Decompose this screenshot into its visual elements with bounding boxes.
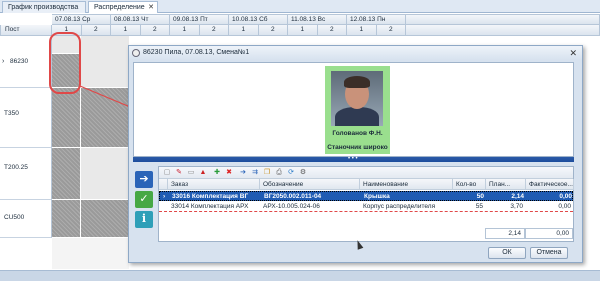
date-column-header: 12.08.13 Пн <box>347 14 406 25</box>
date-column-header: 09.08.13 Пт <box>170 14 229 25</box>
refresh-icon[interactable]: ⟳ <box>287 169 295 177</box>
row-indicator-icon: › <box>163 193 166 200</box>
edit-icon[interactable]: ✎ <box>175 169 183 177</box>
shift-column-header: 1 <box>229 25 259 36</box>
shift-cell[interactable] <box>81 36 130 88</box>
new-icon[interactable]: ▢ <box>163 169 171 177</box>
employee-photo <box>331 71 383 126</box>
post-label: CU500 <box>4 214 25 221</box>
dialog-title-bar: 86230 Пила, 07.08.13, Смена№1 ✕ <box>129 46 582 60</box>
cell-name: Корпус распределителя <box>363 203 436 210</box>
ok-button[interactable]: ОК <box>488 247 526 259</box>
table-row[interactable]: › 33016 Комплектация ВГ ВГ2050.002.011-0… <box>159 191 573 201</box>
table-row[interactable]: 33014 Комплектация АРХ АРХ-10.005.024-06… <box>159 202 573 212</box>
shift-column-header: 2 <box>81 25 111 36</box>
shift-column-header: 1 <box>288 25 318 36</box>
cell-code: ВГ2050.002.011-04 <box>264 193 322 200</box>
selection-highlight-circle <box>49 32 81 94</box>
header-filler <box>406 14 600 25</box>
check-button[interactable]: ✓ <box>135 191 153 208</box>
dialog-title: 86230 Пила, 07.08.13, Смена№1 <box>143 49 250 56</box>
cell-plan: 3,70 <box>510 203 523 210</box>
column-header-code[interactable]: Обозначение <box>260 179 360 190</box>
shift-column-header: 2 <box>140 25 170 36</box>
header-filler <box>406 25 600 36</box>
tab-bar: График производства Распределение работ✕ <box>0 0 600 22</box>
transfer-icon[interactable]: ⇉ <box>251 169 259 177</box>
shift-column-header: 2 <box>317 25 347 36</box>
shift-column-header: 1 <box>111 25 141 36</box>
date-column-header: 10.08.13 Сб <box>229 14 288 25</box>
close-icon[interactable]: ✕ <box>569 46 577 60</box>
cell-fact: 0,00 <box>559 193 572 200</box>
employee-name: Голованов Ф.Н. <box>332 130 383 137</box>
shift-details-dialog: 86230 Пила, 07.08.13, Смена№1 ✕ Головано… <box>128 45 583 263</box>
shift-column-header: 1 <box>170 25 200 36</box>
post-column-header: Пост <box>0 25 52 36</box>
employee-role: Станочник широко <box>327 144 388 151</box>
move-up-icon[interactable]: ▲ <box>199 169 207 177</box>
cell-qty: 50 <box>476 193 484 200</box>
arrow-right-icon[interactable]: ➔ <box>239 169 247 177</box>
settings-dropdown-icon[interactable]: ⚙ <box>299 169 307 177</box>
shift-cell[interactable] <box>52 200 81 238</box>
cancel-button[interactable]: Отмена <box>530 247 568 259</box>
print-icon[interactable]: ⎙ <box>275 169 283 177</box>
shift-cell[interactable] <box>52 88 81 148</box>
date-column-header: 11.08.13 Вс <box>288 14 347 25</box>
post-row-86230[interactable]: › 86230 <box>0 36 52 88</box>
cell-fact: 0,00 <box>558 203 571 210</box>
cell-qty: 55 <box>475 203 483 210</box>
status-bar <box>0 270 600 281</box>
copy-icon[interactable]: ❐ <box>263 169 271 177</box>
arrow-right-button[interactable]: ➔ <box>135 171 153 188</box>
column-header-order[interactable]: Заказ <box>168 179 260 190</box>
cell-order: 33016 Комплектация ВГ <box>172 193 249 200</box>
tab-label: График производства <box>8 4 79 11</box>
post-row-cu500[interactable]: CU500 <box>0 200 52 238</box>
tab-production-schedule[interactable]: График производства <box>2 1 86 13</box>
date-column-header: 07.08.13 Ср <box>52 14 111 25</box>
cell-order: 33014 Комплектация АРХ <box>171 203 249 210</box>
grid-toolbar: ▢ ✎ ▭ ▲ ✚ ✖ ➔ ⇉ ❐ ⎙ ⟳ ⚙ <box>159 167 573 179</box>
delete-icon[interactable]: ✖ <box>225 169 233 177</box>
clear-icon[interactable]: ▭ <box>187 169 195 177</box>
employee-panel: Голованов Ф.Н. Станочник широко <box>133 62 574 157</box>
cell-plan: 2,14 <box>511 193 524 200</box>
fact-total: 0,00 <box>525 228 573 239</box>
shift-column-header: 1 <box>347 25 377 36</box>
column-header-qty[interactable]: Кол-во <box>453 179 486 190</box>
column-header-fact[interactable]: Фактическое... <box>526 179 574 190</box>
column-header-name[interactable]: Наименование <box>360 179 453 190</box>
column-header-plan[interactable]: План... <box>486 179 526 190</box>
app-icon <box>132 49 140 57</box>
plan-total: 2,14 <box>485 228 525 239</box>
shift-cell[interactable] <box>52 148 81 200</box>
employee-card[interactable]: Голованов Ф.Н. Станочник широко <box>325 66 390 154</box>
post-row-t200[interactable]: T200.25 <box>0 148 52 200</box>
shift-column-header: 2 <box>376 25 406 36</box>
shift-column-header: 2 <box>258 25 288 36</box>
cell-name: Крышка <box>364 193 390 200</box>
shift-cell[interactable] <box>81 148 130 200</box>
schedule-empty-area <box>52 238 130 270</box>
shift-cell[interactable] <box>81 200 130 238</box>
tab-work-distribution[interactable]: Распределение работ✕ <box>88 1 158 22</box>
close-icon[interactable]: ✕ <box>148 2 154 13</box>
panel-splitter[interactable]: • • • <box>133 156 574 162</box>
post-label: T200.25 <box>4 164 28 171</box>
grid-indicator-header <box>159 179 168 190</box>
date-column-header: 08.08.13 Чт <box>111 14 170 25</box>
post-label: T350 <box>4 110 19 117</box>
add-icon[interactable]: ✚ <box>213 169 221 177</box>
post-label: 86230 <box>10 58 29 65</box>
post-row-t350[interactable]: T350 <box>0 88 52 148</box>
cell-code: АРХ-10.005.024-06 <box>263 203 320 210</box>
row-indicator-icon: › <box>2 58 5 65</box>
info-button[interactable]: i <box>135 211 153 228</box>
shift-column-header: 2 <box>199 25 229 36</box>
